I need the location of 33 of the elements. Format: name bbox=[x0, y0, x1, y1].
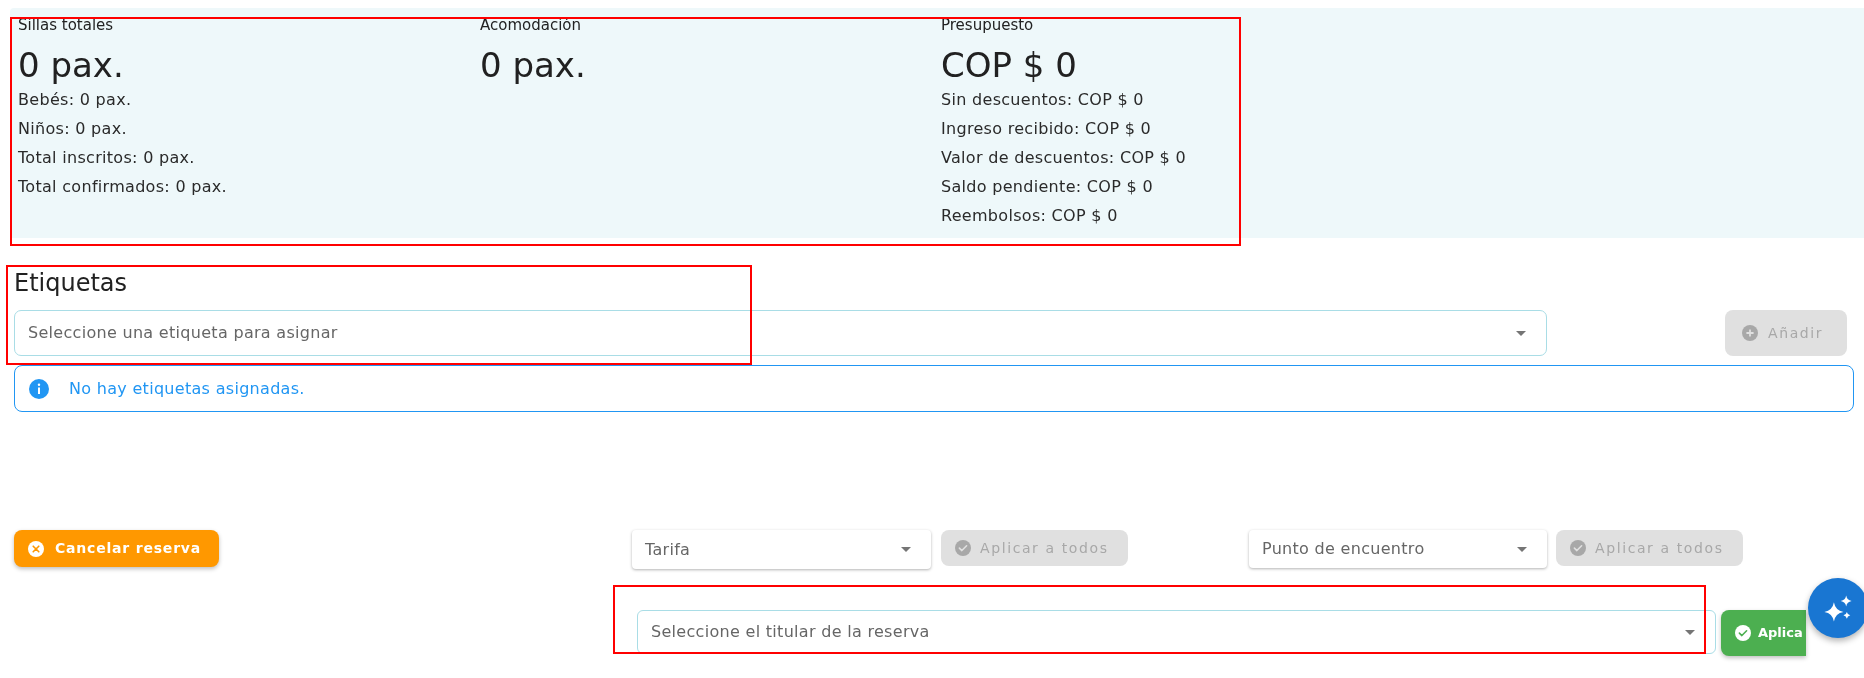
fare-select[interactable]: Tarifa bbox=[632, 530, 931, 569]
summary-detail: Total inscritos: 0 pax. bbox=[18, 147, 195, 169]
summary-detail: Sin descuentos: COP $ 0 bbox=[941, 89, 1144, 111]
summary-detail: Saldo pendiente: COP $ 0 bbox=[941, 176, 1153, 198]
check-circle-icon bbox=[1735, 625, 1751, 641]
summary-detail: Reembolsos: COP $ 0 bbox=[941, 205, 1118, 227]
section-heading: Etiquetas bbox=[14, 268, 128, 298]
holder-select[interactable]: Seleccione el titular de la reserva bbox=[637, 610, 1716, 654]
caret-icon bbox=[1516, 330, 1526, 336]
column-title: Presupuesto bbox=[941, 15, 1034, 35]
summary-value: 0 pax. bbox=[480, 45, 586, 85]
cancel-button[interactable]: Cancelar reserva bbox=[14, 530, 219, 567]
assistant-fab[interactable] bbox=[1808, 578, 1864, 638]
apply-button[interactable]: Aplica bbox=[1721, 610, 1806, 656]
summary-detail: Ingreso recibido: COP $ 0 bbox=[941, 118, 1152, 140]
plus-circle-icon bbox=[1742, 325, 1758, 341]
summary-detail: Total confirmados: 0 pax. bbox=[18, 176, 227, 198]
summary-detail: Niños: 0 pax. bbox=[18, 118, 127, 140]
caret-icon bbox=[1517, 546, 1527, 552]
summary-value: 0 pax. bbox=[18, 45, 124, 85]
summary-detail: Bebés: 0 pax. bbox=[18, 89, 132, 111]
tag-select[interactable]: Seleccione una etiqueta para asignar bbox=[14, 310, 1547, 356]
close-circle-icon bbox=[28, 540, 44, 557]
caret-icon bbox=[1685, 629, 1695, 635]
info-icon bbox=[29, 378, 49, 399]
alert-message: No hay etiquetas asignadas. bbox=[69, 377, 305, 400]
check-circle-icon bbox=[955, 540, 971, 556]
meeting-point-select[interactable]: Punto de encuentro bbox=[1249, 530, 1547, 568]
check-circle-icon bbox=[1570, 540, 1586, 556]
caret-icon bbox=[901, 547, 911, 552]
summary-value: COP $ 0 bbox=[941, 45, 1077, 85]
summary-detail: Valor de descuentos: COP $ 0 bbox=[941, 147, 1186, 169]
column-title: Acomodación bbox=[480, 15, 582, 35]
